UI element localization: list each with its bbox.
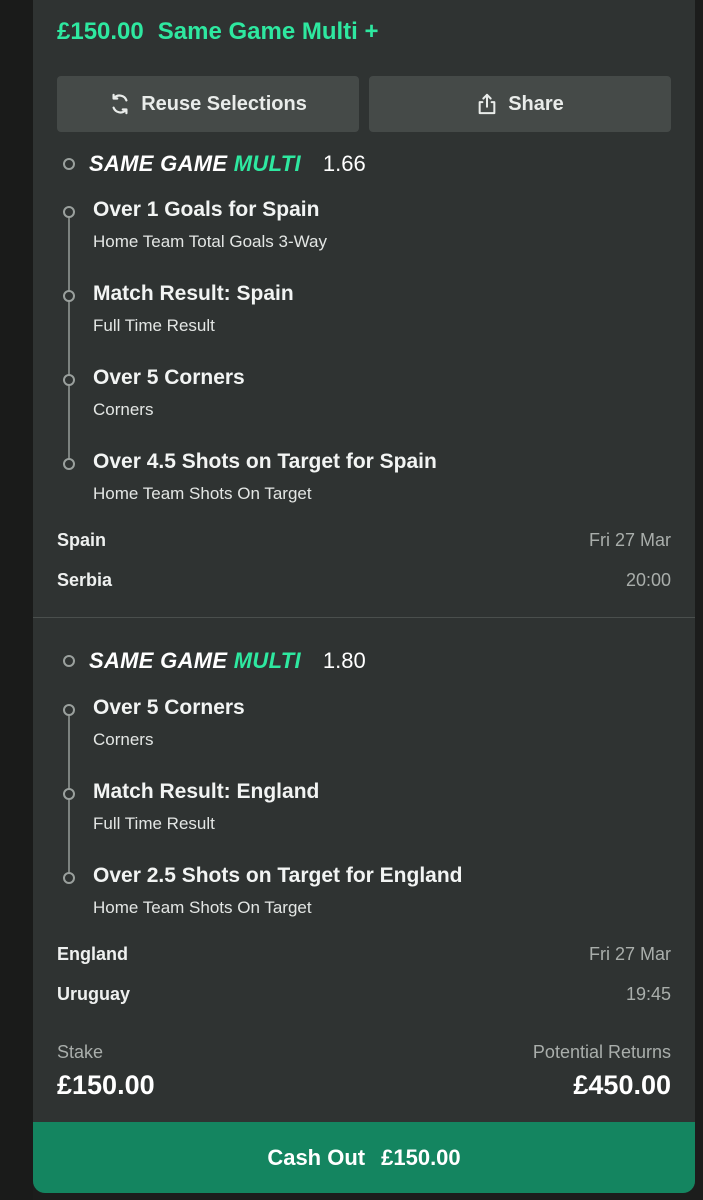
leg-market: Full Time Result	[93, 814, 215, 833]
share-label: Share	[508, 92, 564, 115]
event-row-away: Serbia 20:00	[57, 568, 671, 592]
same-game-multi-header: SAME GAME MULTI 1.66	[63, 149, 366, 179]
leg-selection: Over 1 Goals for Spain	[93, 198, 320, 221]
bet-header: £150.00 Same Game Multi +	[57, 18, 379, 46]
leg-selection: Over 5 Corners	[93, 366, 245, 389]
potential-returns-label: Potential Returns	[532, 1042, 671, 1062]
event-row-home: Spain Fri 27 Mar	[57, 528, 671, 552]
refresh-icon	[109, 93, 131, 115]
reuse-selections-label: Reuse Selections	[141, 92, 307, 115]
same-game-multi-logo: SAME GAME MULTI	[89, 151, 301, 176]
leg-selection: Match Result: England	[93, 780, 320, 803]
leg-selection: Match Result: Spain	[93, 282, 294, 305]
divider	[33, 617, 695, 618]
leg-marker-dot	[63, 290, 75, 302]
bet-card: £150.00 Same Game Multi + Reuse Selectio…	[33, 0, 695, 1193]
event-row-away: Uruguay 19:45	[57, 982, 671, 1006]
bet-type: Same Game Multi +	[157, 18, 379, 45]
event-time: 19:45	[625, 983, 671, 1004]
leg-market: Home Team Shots On Target	[93, 484, 312, 503]
leg-marker-dot	[63, 374, 75, 386]
same-game-multi-header: SAME GAME MULTI 1.80	[63, 646, 366, 676]
leg-market: Corners	[93, 730, 154, 749]
leg-marker-dot	[63, 458, 75, 470]
left-rail	[0, 0, 33, 1200]
multi-marker-dot	[63, 158, 75, 170]
cash-out-amount: £150.00	[381, 1145, 461, 1170]
leg-selection: Over 2.5 Shots on Target for England	[93, 864, 463, 887]
same-game-multi-logo: SAME GAME MULTI	[89, 648, 301, 673]
leg-marker-dot	[63, 872, 75, 884]
share-icon	[476, 92, 498, 116]
legs-connector-line	[68, 214, 70, 466]
bet-amount: £150.00	[57, 18, 144, 45]
multi-odds: 1.66	[322, 151, 366, 176]
event-row-home: England Fri 27 Mar	[57, 942, 671, 966]
leg-marker-dot	[63, 206, 75, 218]
leg-market: Full Time Result	[93, 316, 215, 335]
event-date: Fri 27 Mar	[588, 943, 671, 964]
leg-market: Home Team Total Goals 3-Way	[93, 232, 327, 251]
leg-marker-dot	[63, 704, 75, 716]
home-team: Spain	[57, 529, 107, 550]
cash-out-button[interactable]: Cash Out £150.00	[33, 1122, 695, 1193]
cash-out-label: Cash Out	[267, 1145, 366, 1170]
home-team: England	[57, 943, 128, 964]
multi-odds: 1.80	[322, 648, 366, 673]
stake-label: Stake	[57, 1042, 104, 1062]
away-team: Serbia	[57, 569, 113, 590]
away-team: Uruguay	[57, 983, 131, 1004]
multi-marker-dot	[63, 655, 75, 667]
potential-returns-value: £450.00	[573, 1070, 671, 1100]
leg-market: Home Team Shots On Target	[93, 898, 312, 917]
leg-selection: Over 4.5 Shots on Target for Spain	[93, 450, 437, 473]
event-time: 20:00	[625, 569, 671, 590]
share-button[interactable]: Share	[369, 76, 671, 132]
leg-selection: Over 5 Corners	[93, 696, 245, 719]
leg-market: Corners	[93, 400, 154, 419]
leg-marker-dot	[63, 788, 75, 800]
stake-value: £150.00	[57, 1070, 155, 1100]
reuse-selections-button[interactable]: Reuse Selections	[57, 76, 359, 132]
event-date: Fri 27 Mar	[588, 529, 671, 550]
